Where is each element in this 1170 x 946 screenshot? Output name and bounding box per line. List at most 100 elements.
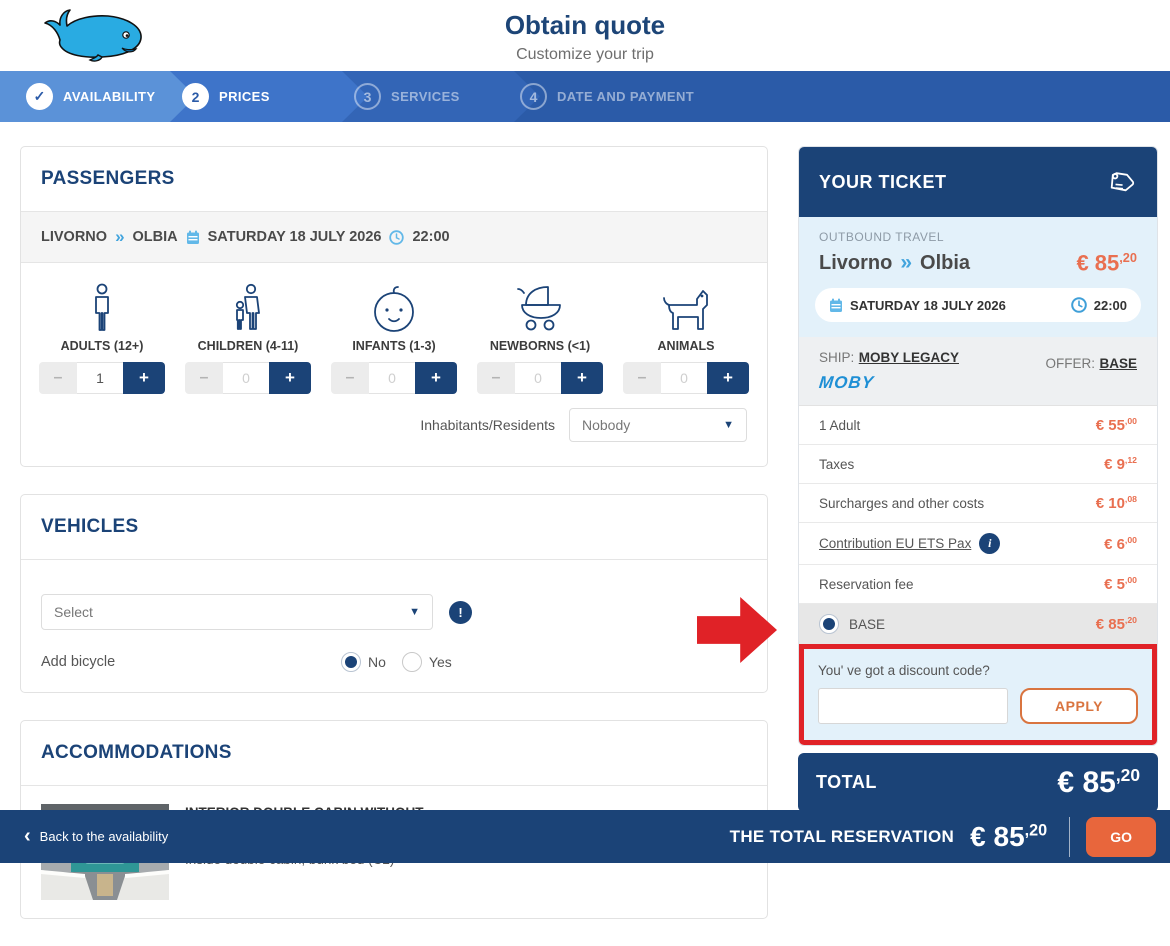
accommodations-heading: ACCOMMODATIONS [41, 742, 232, 763]
dog-icon [613, 281, 759, 333]
ticket-from: Livorno [819, 251, 893, 274]
price-row-ets: Contribution EU ETS Pax i € 6,00 [799, 523, 1157, 566]
offer-label: OFFER: [1045, 356, 1096, 372]
go-button[interactable]: GO [1086, 816, 1156, 857]
vehicle-select-value: Select [54, 604, 93, 620]
outbound-travel-label: OUTBOUND TRAVEL [819, 230, 945, 244]
offer-name-link[interactable]: BASE [1099, 356, 1137, 371]
price-row-reservation-fee: Reservation fee € 5,00 [799, 565, 1157, 605]
total-label: TOTAL [816, 772, 877, 793]
outbound-price: € 85,20 [1076, 250, 1137, 276]
residents-select-value: Nobody [582, 417, 631, 433]
add-bicycle-label: Add bicycle [41, 654, 116, 670]
chevron-left-icon: ‹ [24, 824, 31, 847]
ticket-title: YOUR TICKET [819, 171, 947, 192]
stroller-icon [467, 281, 613, 333]
radio-selected-icon [819, 614, 839, 635]
route-chevron-icon: » [115, 227, 125, 246]
ship-label: SHIP: [819, 350, 855, 366]
infant-icon [321, 281, 467, 333]
ticket-time: 22:00 [1093, 297, 1127, 313]
route-chevron-icon: » [900, 251, 913, 275]
counter-animals: ANIMALS – 0 + [613, 281, 759, 394]
moby-brand-logo: MOBY [818, 373, 876, 393]
newborns-minus-button[interactable]: – [477, 362, 515, 394]
radio-unselected-icon [401, 652, 422, 672]
newborns-plus-button[interactable]: + [561, 362, 603, 394]
route-summary: LIVORNO » OLBIA SATURDAY 18 JULY 2026 22… [21, 211, 767, 263]
footer-bar: ‹ Back to the availability THE TOTAL RES… [0, 810, 1170, 863]
infants-plus-button[interactable]: + [415, 362, 457, 394]
route-time: 22:00 [412, 229, 450, 245]
adults-plus-button[interactable]: + [123, 362, 165, 394]
ets-contribution-link[interactable]: Contribution EU ETS Pax [819, 536, 971, 551]
back-to-availability-link[interactable]: ‹ Back to the availability [24, 824, 168, 847]
adult-icon [29, 281, 175, 333]
price-row-adult: 1 Adult € 55,00 [799, 406, 1157, 446]
discount-code-section: You' ve got a discount code? APPLY [799, 644, 1157, 746]
price-tag-icon [1103, 165, 1137, 199]
animals-plus-button[interactable]: + [707, 362, 749, 394]
clock-icon [389, 229, 405, 245]
passenger-counters: ADULTS (12+) – 1 + CHILDREN (4-11) – 0 +… [21, 263, 767, 400]
your-ticket-card: YOUR TICKET OUTBOUND TRAVEL Livorno » Ol… [798, 146, 1158, 747]
price-row-surcharges: Surcharges and other costs € 10,08 [799, 484, 1157, 524]
divider [1069, 816, 1071, 857]
newborns-count[interactable]: 0 [515, 362, 561, 394]
step-label-services: SERVICES [391, 89, 460, 104]
passengers-heading: PASSENGERS [41, 168, 175, 189]
page-subtitle: Customize your trip [516, 46, 654, 63]
adults-minus-button[interactable]: – [39, 362, 77, 394]
children-plus-button[interactable]: + [269, 362, 311, 394]
vehicle-select[interactable]: Select ▼ [41, 594, 433, 630]
infants-count[interactable]: 0 [369, 362, 415, 394]
footer-total-label: THE TOTAL RESERVATION [729, 826, 955, 846]
route-from: LIVORNO [41, 229, 108, 245]
chevron-down-icon: ▼ [409, 606, 420, 618]
chevron-down-icon: ▼ [723, 419, 734, 431]
animals-minus-button[interactable]: – [623, 362, 661, 394]
step-number-3: 3 [354, 83, 381, 110]
infants-minus-button[interactable]: – [331, 362, 369, 394]
counter-children: CHILDREN (4-11) – 0 + [175, 281, 321, 394]
step-availability[interactable]: ✓ AVAILABILITY [26, 71, 155, 122]
passengers-card: PASSENGERS LIVORNO » OLBIA SATURDAY 18 J… [20, 146, 768, 467]
total-bar: TOTAL € 85,20 [798, 753, 1158, 813]
page-title: Obtain quote [504, 10, 666, 40]
counter-adults: ADULTS (12+) – 1 + [29, 281, 175, 394]
step-services: 3 SERVICES [354, 71, 460, 122]
residents-select[interactable]: Nobody ▼ [569, 408, 747, 442]
calendar-icon [186, 230, 200, 245]
bicycle-radio-no[interactable]: No [341, 652, 386, 672]
children-count[interactable]: 0 [223, 362, 269, 394]
info-icon[interactable]: i [979, 533, 1001, 555]
discount-question: You' ve got a discount code? [818, 663, 990, 679]
step-label-prices: PRICES [219, 89, 270, 104]
check-icon: ✓ [26, 83, 53, 110]
ticket-date-pill: SATURDAY 18 JULY 2026 22:00 [815, 288, 1141, 323]
animals-count[interactable]: 0 [661, 362, 707, 394]
step-date-payment: 4 DATE AND PAYMENT [520, 71, 694, 122]
base-fare-row[interactable]: BASE € 85,20 [799, 604, 1157, 645]
discount-code-input[interactable] [818, 688, 1008, 725]
footer-total-price: € 85,20 [970, 820, 1048, 852]
step-label-availability: AVAILABILITY [63, 89, 156, 104]
total-price: € 85,20 [1057, 765, 1140, 800]
route-date: SATURDAY 18 JULY 2026 [207, 229, 382, 245]
clock-icon [1070, 297, 1087, 314]
ticket-to: Olbia [920, 251, 971, 274]
route-to: OLBIA [132, 229, 178, 245]
ship-name-link[interactable]: MOBY LEGACY [859, 350, 959, 365]
counter-newborns: NEWBORNS (<1) – 0 + [467, 281, 613, 394]
adults-count[interactable]: 1 [77, 362, 123, 394]
radio-selected-icon [341, 652, 361, 672]
apply-button[interactable]: APPLY [1020, 688, 1138, 725]
alert-icon[interactable]: ! [449, 600, 472, 624]
progress-steps: ✓ AVAILABILITY 2 PRICES 3 SERVICES 4 DAT… [0, 71, 1170, 122]
bicycle-radio-yes[interactable]: Yes [401, 652, 452, 672]
children-minus-button[interactable]: – [185, 362, 223, 394]
calendar-icon [829, 298, 843, 313]
step-prices[interactable]: 2 PRICES [182, 71, 270, 122]
ticket-date: SATURDAY 18 JULY 2026 [850, 297, 1006, 313]
counter-infants: INFANTS (1-3) – 0 + [321, 281, 467, 394]
